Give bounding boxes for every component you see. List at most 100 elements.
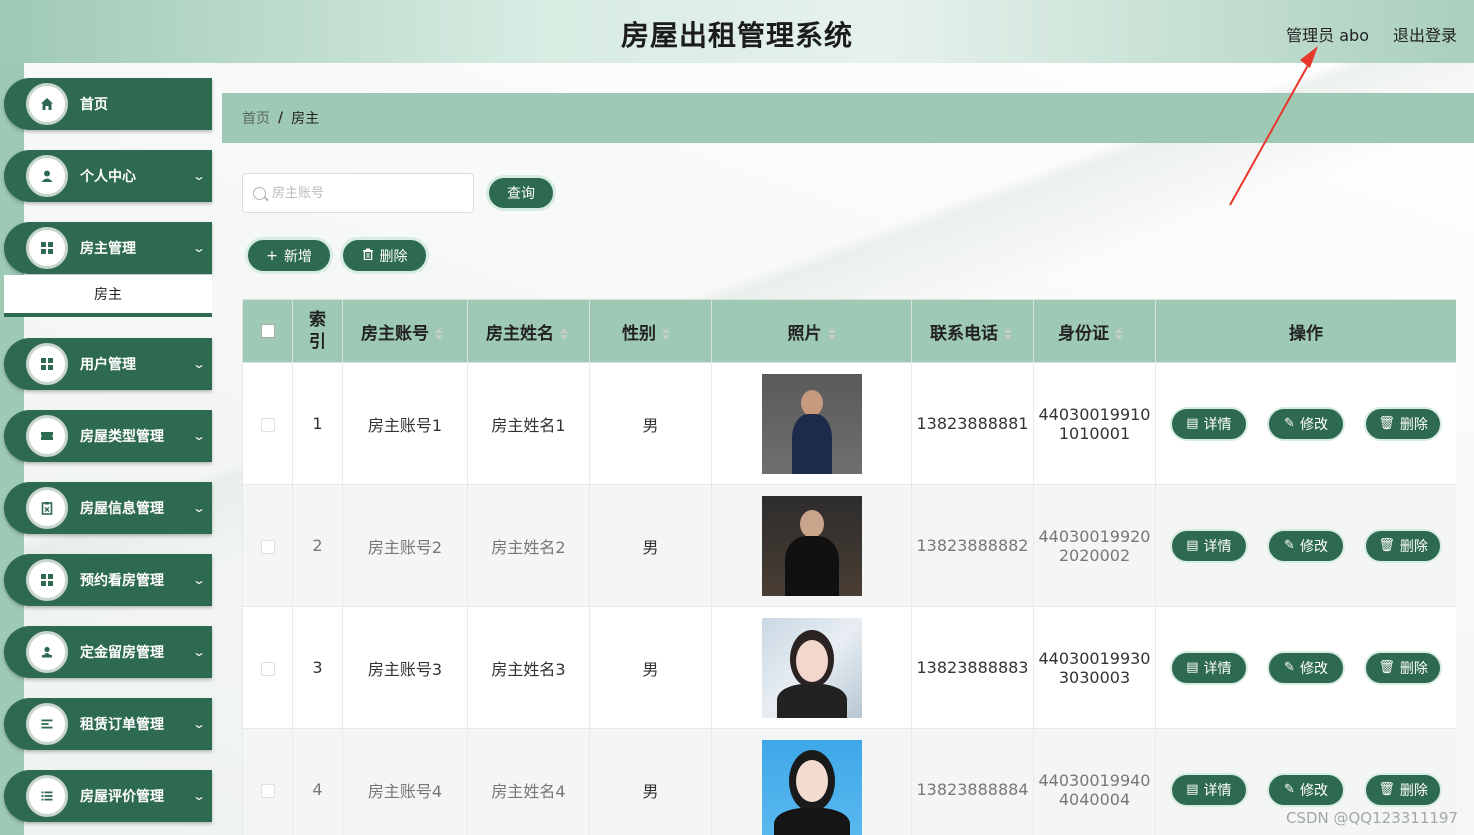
search-field[interactable]: [242, 173, 474, 213]
chevron-down-icon: ⌄: [191, 169, 207, 183]
breadcrumb-home-link[interactable]: 首页: [242, 108, 270, 128]
sidebar-item-label: 房屋类型管理: [80, 429, 164, 445]
delete-label: 删除: [1399, 416, 1428, 433]
landlord-photo[interactable]: [761, 617, 862, 718]
sidebar-item-personal-center[interactable]: 个人中心 ⌄: [4, 150, 212, 202]
plus-icon: +: [266, 247, 278, 264]
cell-account: 房主账号1: [342, 362, 468, 485]
sort-icon[interactable]: [1004, 327, 1012, 340]
edit-button[interactable]: ✎ 修改: [1267, 772, 1345, 807]
header-index: 索引: [292, 299, 343, 363]
row-checkbox[interactable]: [260, 783, 275, 798]
cell-gender: 男: [589, 484, 712, 607]
delete-button[interactable]: 🗑 删除: [1364, 528, 1443, 563]
sidebar-item-label: 首页: [80, 97, 108, 113]
sort-icon[interactable]: [1115, 327, 1123, 340]
landlord-photo[interactable]: [761, 373, 862, 474]
row-checkbox[interactable]: [260, 539, 275, 554]
sidebar-item-landlord-mgmt[interactable]: 房主管理 ⌄: [4, 222, 212, 274]
search-input[interactable]: [272, 185, 462, 201]
batch-delete-button[interactable]: 删除: [340, 237, 429, 274]
sidebar-item-house-type-mgmt[interactable]: 房屋类型管理 ⌄: [4, 410, 212, 462]
cell-photo: [711, 484, 912, 607]
header-gender-label: 性别: [622, 323, 656, 344]
cell-index: 3: [292, 606, 343, 729]
photo-head: [795, 639, 828, 682]
edit-button[interactable]: ✎ 修改: [1267, 528, 1345, 563]
sort-icon[interactable]: [435, 327, 443, 340]
delete-button[interactable]: 🗑 删除: [1364, 650, 1443, 685]
cell-photo: [711, 606, 912, 729]
sidebar-item-viewing-appointment-mgmt[interactable]: 预约看房管理 ⌄: [4, 554, 212, 606]
sort-icon[interactable]: [662, 327, 670, 340]
cell-gender: 男: [589, 606, 712, 729]
header-gender[interactable]: 性别: [589, 299, 712, 363]
landlord-photo[interactable]: [761, 495, 862, 596]
detail-label: 详情: [1203, 538, 1232, 555]
chevron-down-icon: ⌄: [191, 429, 207, 443]
search-icon: [253, 186, 266, 200]
row-checkbox[interactable]: [260, 417, 275, 432]
add-button-label: 新增: [283, 248, 312, 265]
detail-button[interactable]: ▤ 详情: [1169, 528, 1248, 563]
sidebar-item-home[interactable]: 首页: [4, 78, 212, 130]
photo-body: [776, 683, 847, 718]
row-select-cell: [242, 484, 293, 607]
logout-link[interactable]: 退出登录: [1393, 22, 1457, 46]
grid-icon: [26, 227, 68, 269]
pencil-icon: ✎: [1284, 660, 1295, 675]
submenu-item-landlord[interactable]: 房主: [4, 275, 212, 317]
row-select-cell: [242, 728, 293, 835]
sort-icon[interactable]: [560, 327, 568, 340]
cell-name: 房主姓名1: [467, 362, 590, 485]
select-all-checkbox[interactable]: [260, 324, 275, 338]
delete-label: 删除: [1399, 782, 1428, 799]
cell-name: 房主姓名3: [467, 606, 590, 729]
header-name[interactable]: 房主姓名: [467, 299, 590, 363]
id-line-2: 3030003: [1058, 667, 1131, 687]
cell-account: 房主账号2: [342, 484, 468, 607]
edit-label: 修改: [1299, 660, 1328, 677]
sidebar-item-user-mgmt[interactable]: 用户管理 ⌄: [4, 338, 212, 390]
trash-icon: [362, 248, 374, 264]
edit-label: 修改: [1299, 782, 1328, 799]
sidebar-item-label: 用户管理: [80, 357, 136, 373]
detail-button[interactable]: ▤ 详情: [1169, 772, 1248, 807]
cell-account: 房主账号3: [342, 606, 468, 729]
query-button[interactable]: 查询: [486, 175, 556, 211]
edit-button[interactable]: ✎ 修改: [1267, 406, 1345, 441]
header-account[interactable]: 房主账号: [342, 299, 468, 363]
sidebar-item-label: 租赁订单管理: [80, 717, 164, 733]
grid-icon: [26, 559, 68, 601]
cell-phone: 13823888883: [911, 606, 1034, 729]
header-phone[interactable]: 联系电话: [911, 299, 1034, 363]
sidebar-item-rental-order-mgmt[interactable]: 租赁订单管理 ⌄: [4, 698, 212, 750]
add-button[interactable]: + 新增: [245, 237, 333, 274]
header-actions: 操作: [1155, 299, 1456, 363]
sidebar-item-house-info-mgmt[interactable]: 房屋信息管理 ⌄: [4, 482, 212, 534]
header-id-card-label: 身份证: [1058, 323, 1109, 344]
sidebar-item-label: 房屋评价管理: [80, 789, 164, 805]
home-icon: [26, 83, 68, 125]
sidebar-item-house-review-mgmt[interactable]: 房屋评价管理 ⌄: [4, 770, 212, 822]
delete-button[interactable]: 🗑 删除: [1364, 772, 1443, 807]
detail-button[interactable]: ▤ 详情: [1169, 650, 1248, 685]
sidebar-item-deposit-mgmt[interactable]: 定金留房管理 ⌄: [4, 626, 212, 678]
cell-id-card: 44030019910 1010001: [1033, 362, 1156, 485]
landlord-photo[interactable]: [761, 739, 862, 835]
sort-icon[interactable]: [827, 327, 836, 340]
sidebar-item-label: 房主管理: [80, 241, 136, 257]
chevron-down-icon: ⌄: [191, 717, 207, 731]
header-id-card[interactable]: 身份证: [1033, 299, 1156, 363]
delete-button[interactable]: 🗑 删除: [1364, 406, 1443, 441]
chevron-down-icon: ⌄: [191, 573, 207, 587]
edit-button[interactable]: ✎ 修改: [1267, 650, 1345, 685]
row-select-cell: [242, 606, 293, 729]
header-photo[interactable]: 照片: [711, 299, 912, 363]
detail-button[interactable]: ▤ 详情: [1169, 406, 1248, 441]
pencil-icon: ✎: [1284, 416, 1295, 431]
sidebar-item-label: 定金留房管理: [80, 645, 164, 661]
detail-label: 详情: [1203, 416, 1232, 433]
landlord-table: 索引 房主账号 房主姓名 性别 照片 联系电话 身份证 操作 1 房主账号1 房…: [242, 299, 1456, 835]
row-checkbox[interactable]: [260, 661, 275, 676]
